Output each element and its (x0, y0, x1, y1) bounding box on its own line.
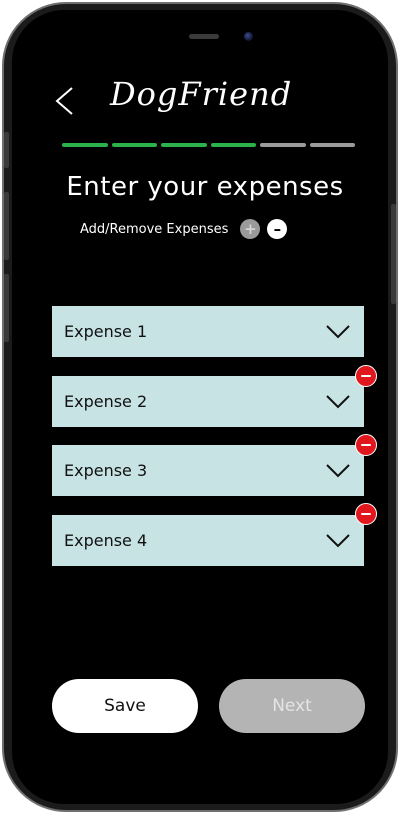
minus-icon (361, 513, 371, 515)
side-button-volume-down (4, 274, 9, 342)
progress-step-complete (62, 143, 108, 147)
page-title: Enter your expenses (66, 172, 344, 202)
back-arrow-icon[interactable] (54, 86, 74, 116)
remove-expense-button[interactable]: – (267, 219, 288, 239)
chevron-down-icon (326, 464, 350, 478)
expense-dropdown-2[interactable]: Expense 2 (52, 376, 364, 427)
remove-expense-3-button[interactable] (355, 434, 377, 456)
remove-expense-2-button[interactable] (355, 365, 377, 387)
side-button-power (391, 204, 396, 304)
add-remove-row: Add/Remove Expenses + – (80, 217, 294, 241)
minus-icon (361, 375, 371, 377)
front-camera-icon (244, 32, 253, 41)
next-button[interactable]: Next (219, 679, 365, 733)
side-button-silent (4, 132, 9, 168)
expense-label: Expense 2 (64, 392, 148, 411)
progress-steps (62, 143, 355, 148)
progress-step-complete (210, 143, 256, 147)
plus-icon: + (244, 220, 257, 238)
chevron-down-icon (326, 325, 350, 339)
progress-step-complete (111, 143, 157, 147)
expense-dropdown-3[interactable]: Expense 3 (52, 445, 364, 496)
expense-dropdown-4[interactable]: Expense 4 (52, 515, 364, 566)
side-button-volume-up (4, 192, 9, 260)
expense-label: Expense 1 (64, 322, 148, 341)
expense-label: Expense 3 (64, 461, 148, 480)
progress-step-pending (260, 143, 306, 147)
add-expense-button[interactable]: + (240, 219, 261, 239)
progress-step-pending (309, 143, 355, 147)
earpiece-speaker (189, 34, 219, 39)
remove-expense-4-button[interactable] (355, 503, 377, 525)
minus-icon: – (273, 220, 282, 238)
chevron-down-icon (326, 534, 350, 548)
expense-dropdown-1[interactable]: Expense 1 (52, 306, 364, 357)
add-remove-label: Add/Remove Expenses (80, 221, 229, 237)
expense-label: Expense 4 (64, 531, 148, 550)
chevron-down-icon (326, 395, 350, 409)
save-button[interactable]: Save (52, 679, 198, 733)
progress-step-complete (161, 143, 207, 147)
minus-icon (361, 444, 371, 446)
app-title: DogFriend (110, 75, 293, 113)
